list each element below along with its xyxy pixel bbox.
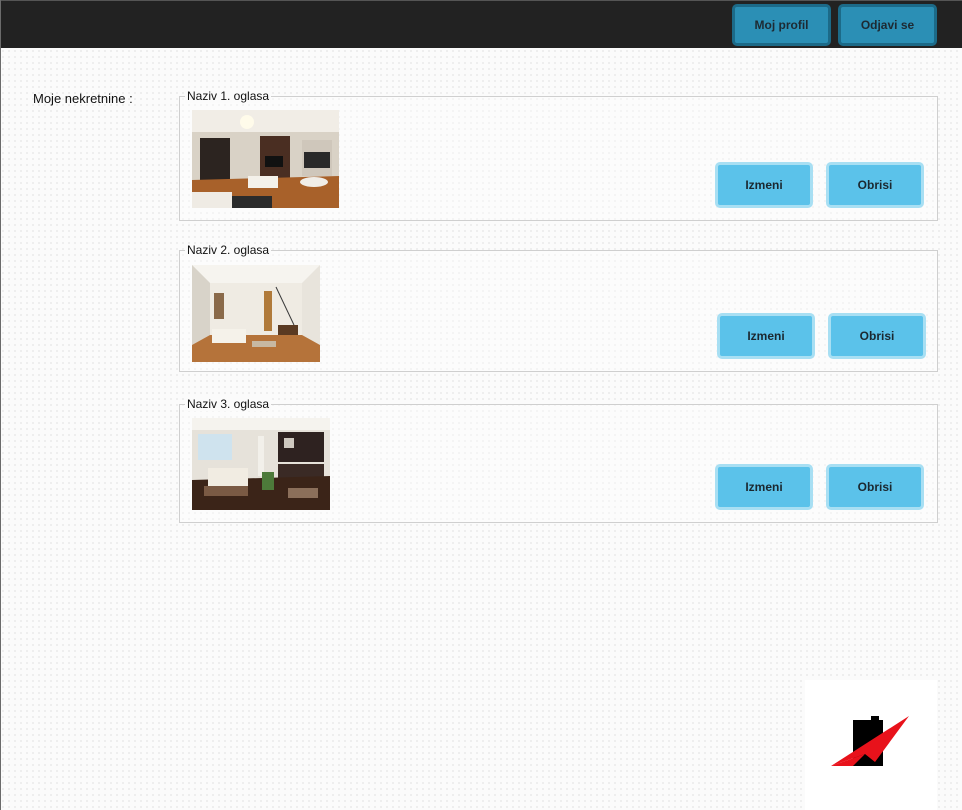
delete-button[interactable]: Obrisi bbox=[826, 464, 924, 510]
listing-photo[interactable] bbox=[192, 418, 330, 510]
listing-card: Naziv 2. oglasa Izmeni Obrisi bbox=[179, 244, 938, 372]
my-properties-label: Moje nekretnine : bbox=[33, 91, 133, 106]
edit-button[interactable]: Izmeni bbox=[717, 313, 815, 359]
listing-photo[interactable] bbox=[192, 110, 339, 208]
listing-card: Naziv 3. oglasa Izmeni Obrisi bbox=[179, 398, 938, 523]
listing-title: Naziv 3. oglasa bbox=[185, 397, 272, 411]
listing-title: Naziv 1. oglasa bbox=[185, 89, 272, 103]
edit-button[interactable]: Izmeni bbox=[715, 162, 813, 208]
listing-card: Naziv 1. oglasa Izmeni Obrisi bbox=[179, 90, 938, 221]
my-profile-button[interactable]: Moj profil bbox=[732, 4, 831, 46]
listing-title: Naziv 2. oglasa bbox=[185, 243, 272, 257]
listing-photo[interactable] bbox=[192, 265, 320, 362]
top-bar: Moj profil Odjavi se bbox=[1, 0, 962, 48]
living-room-photo bbox=[192, 418, 330, 510]
delete-button[interactable]: Obrisi bbox=[828, 313, 926, 359]
living-room-photo bbox=[192, 265, 320, 362]
living-room-photo bbox=[192, 110, 339, 208]
edit-button[interactable]: Izmeni bbox=[715, 464, 813, 510]
brand-logo bbox=[805, 680, 937, 810]
delete-button[interactable]: Obrisi bbox=[826, 162, 924, 208]
logout-button[interactable]: Odjavi se bbox=[838, 4, 937, 46]
logo-mark-icon bbox=[831, 716, 909, 766]
